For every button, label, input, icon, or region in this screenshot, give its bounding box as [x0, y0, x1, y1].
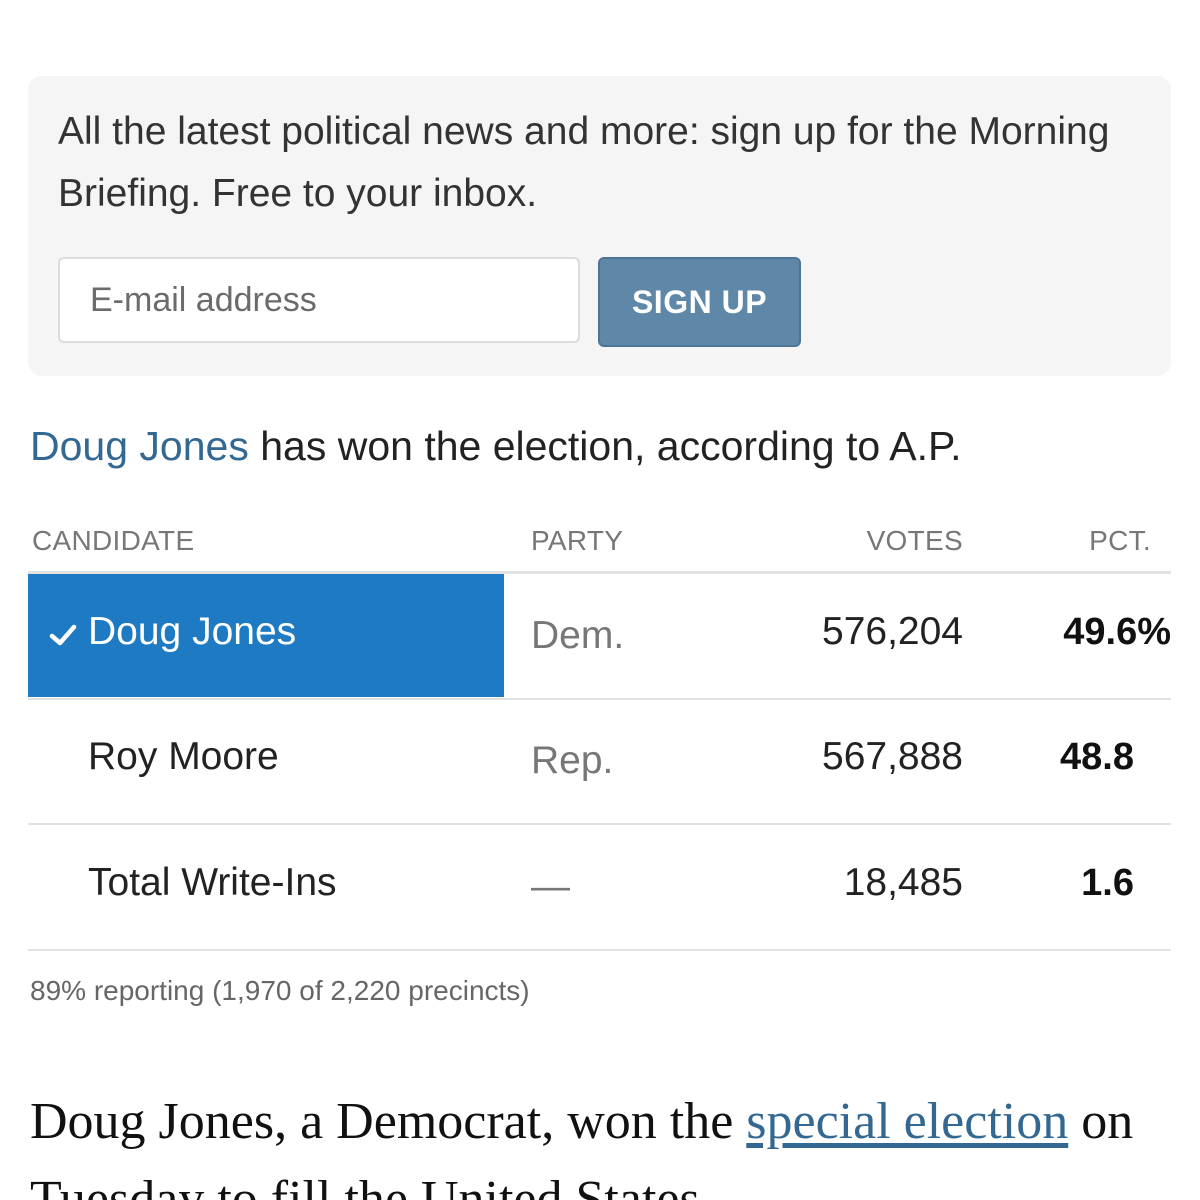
check-icon	[49, 624, 77, 646]
election-result-headline: Doug Jones has won the election, accordi…	[30, 416, 961, 476]
signup-promo-text: All the latest political news and more: …	[58, 110, 1110, 215]
table-row: Total Write-Ins — 18,485 1.6	[28, 825, 1171, 951]
table-row: Doug Jones Dem. 576,204 49.6%	[28, 574, 1171, 700]
sign-up-button[interactable]: SIGN UP	[598, 257, 801, 347]
email-input[interactable]	[58, 257, 580, 343]
header-pct: PCT.	[1089, 525, 1151, 556]
winner-name-link[interactable]: Doug Jones	[30, 423, 249, 469]
headline-rest-text: has won the election, according to A.P.	[248, 423, 962, 469]
vote-percent: 49.6%	[1063, 611, 1171, 653]
header-candidate: CANDIDATE	[32, 525, 195, 556]
previous-text-fragment	[30, 0, 1030, 4]
candidate-name: Doug Jones	[88, 610, 297, 653]
table-row: Roy Moore Rep. 567,888 48.8	[28, 699, 1171, 825]
winner-highlight-cell: Doug Jones	[28, 574, 504, 697]
votes: 567,888	[822, 735, 963, 778]
votes: 576,204	[822, 610, 963, 653]
party: Rep.	[531, 739, 614, 782]
header-party: PARTY	[531, 525, 624, 556]
reporting-status: 89% reporting (1,970 of 2,220 precincts)	[30, 975, 530, 1006]
party: —	[531, 865, 570, 908]
votes: 18,485	[843, 861, 963, 904]
candidate-name: Roy Moore	[88, 735, 279, 778]
article-text-start: Doug Jones, a Democrat, won the	[30, 1093, 747, 1150]
header-votes: VOTES	[866, 525, 963, 556]
vote-percent: 48.8	[1060, 736, 1134, 778]
party: Dem.	[531, 614, 625, 657]
newsletter-signup-box: All the latest political news and more: …	[28, 76, 1171, 376]
special-election-link[interactable]: special election	[746, 1093, 1068, 1150]
vote-percent: 1.6	[1081, 862, 1134, 904]
candidate-name: Total Write-Ins	[88, 861, 337, 904]
article-body: Doug Jones, a Democrat, won the special …	[30, 1083, 1180, 1200]
